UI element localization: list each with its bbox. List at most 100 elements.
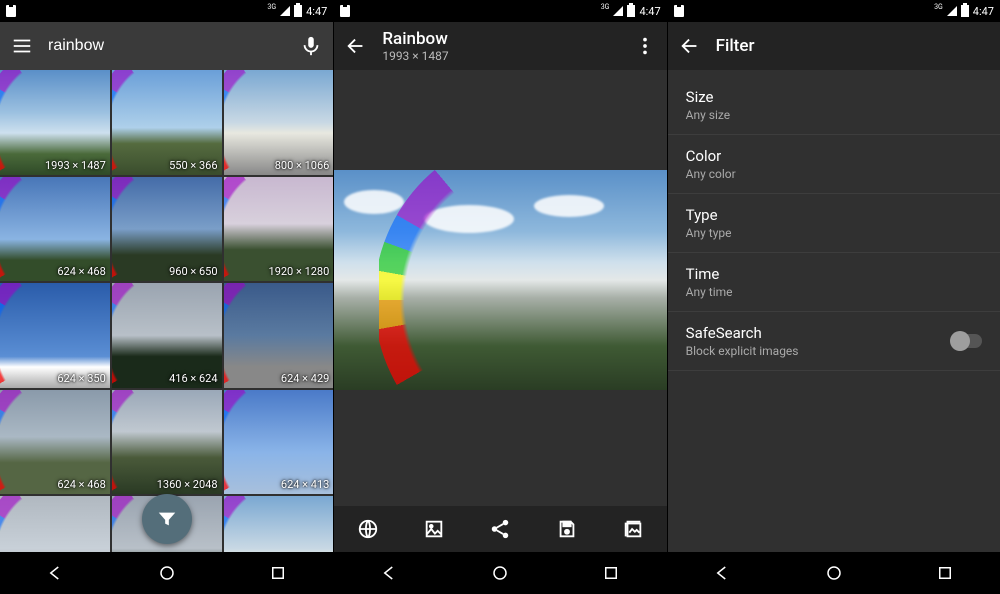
signal-icon: [947, 6, 957, 16]
nav-bar: [334, 552, 666, 594]
sd-icon: [6, 5, 16, 17]
tile-dimensions: 416 × 624: [169, 372, 217, 385]
filter-title-block: Filter: [716, 36, 990, 56]
overflow-icon[interactable]: [633, 34, 657, 58]
filter-subtitle: Any size: [686, 108, 982, 122]
result-tile[interactable]: 800 × 1066: [224, 70, 334, 175]
open-web-icon[interactable]: [356, 517, 380, 541]
result-tile[interactable]: 1360 × 2048: [112, 390, 222, 495]
detail-appbar: Rainbow 1993 × 1487: [334, 22, 666, 70]
status-bar: 3G 4:47: [334, 0, 666, 22]
result-tile[interactable]: 624 × 468: [0, 390, 110, 495]
filter-subtitle: Any type: [686, 226, 982, 240]
save-icon[interactable]: [555, 517, 579, 541]
detail-title: Rainbow: [382, 29, 618, 49]
back-icon[interactable]: [678, 34, 702, 58]
sd-icon: [340, 5, 350, 17]
tile-dimensions: 624 × 429: [281, 372, 329, 385]
filter-item-time[interactable]: Time Any time: [668, 253, 1000, 312]
nav-back[interactable]: [703, 553, 743, 593]
tile-dimensions: 1360 × 2048: [157, 478, 218, 491]
result-tile[interactable]: 624 × 413: [224, 390, 334, 495]
menu-icon[interactable]: [10, 34, 34, 58]
signal-icon: [280, 6, 290, 16]
search-pane: 3G 4:47 1993 × 1487 550 × 366 800 × 1066 62…: [0, 0, 333, 594]
result-tile[interactable]: [0, 496, 110, 552]
wallpaper-icon[interactable]: [422, 517, 446, 541]
search-bar: [0, 22, 333, 70]
result-tile[interactable]: 1920 × 1280: [224, 177, 334, 282]
detail-image[interactable]: [334, 170, 666, 390]
action-bar: [334, 506, 666, 552]
filter-subtitle: Block explicit images: [686, 344, 982, 358]
battery-icon: [294, 5, 302, 17]
results-grid: 1993 × 1487 550 × 366 800 × 1066 624 × 468 9…: [0, 70, 333, 552]
filter-subtitle: Any color: [686, 167, 982, 181]
clock: 4:47: [306, 5, 327, 18]
filter-pane: 3G 4:47 Filter Size Any size Color Any colo…: [667, 0, 1000, 594]
nav-home[interactable]: [147, 553, 187, 593]
result-tile[interactable]: 550 × 366: [112, 70, 222, 175]
result-tile[interactable]: [224, 496, 334, 552]
nav-bar: [0, 552, 333, 594]
nav-recent[interactable]: [925, 553, 965, 593]
tile-dimensions: 624 × 468: [57, 478, 105, 491]
filter-title: Color: [686, 147, 982, 165]
nav-home[interactable]: [814, 553, 854, 593]
tile-dimensions: 624 × 413: [281, 478, 329, 491]
nav-back[interactable]: [36, 553, 76, 593]
tile-dimensions: 624 × 350: [57, 372, 105, 385]
filter-subtitle: Any time: [686, 285, 982, 299]
filter-title: Type: [686, 206, 982, 224]
result-tile[interactable]: 624 × 350: [0, 283, 110, 388]
filter-list: Size Any size Color Any color Type Any type Ti…: [668, 70, 1000, 552]
result-tile[interactable]: 1993 × 1487: [0, 70, 110, 175]
status-bar: 3G 4:47: [0, 0, 333, 22]
tile-dimensions: 550 × 366: [169, 159, 217, 172]
tile-dimensions: 1920 × 1280: [269, 265, 330, 278]
tile-dimensions: 800 × 1066: [275, 159, 330, 172]
filter-fab[interactable]: [142, 494, 192, 544]
safesearch-toggle[interactable]: [952, 334, 982, 348]
tile-dimensions: 960 × 650: [169, 265, 217, 278]
tile-dimensions: 624 × 468: [57, 265, 105, 278]
nav-home[interactable]: [480, 553, 520, 593]
filter-appbar: Filter: [668, 22, 1000, 70]
filter-title: SafeSearch: [686, 324, 982, 342]
detail-subtitle: 1993 × 1487: [382, 49, 618, 63]
result-tile[interactable]: 624 × 429: [224, 283, 334, 388]
result-tile[interactable]: 960 × 650: [112, 177, 222, 282]
filter-item-safesearch[interactable]: SafeSearch Block explicit images: [668, 312, 1000, 371]
result-tile[interactable]: 416 × 624: [112, 283, 222, 388]
network-label: 3G: [267, 3, 276, 11]
share-icon[interactable]: [488, 517, 512, 541]
gallery-icon[interactable]: [621, 517, 645, 541]
network-label: 3G: [601, 3, 610, 11]
back-icon[interactable]: [344, 34, 368, 58]
battery-icon: [627, 5, 635, 17]
nav-back[interactable]: [370, 553, 410, 593]
filter-header: Filter: [716, 36, 990, 56]
nav-recent[interactable]: [258, 553, 298, 593]
clock: 4:47: [973, 5, 994, 18]
search-input[interactable]: [48, 37, 285, 55]
mic-icon[interactable]: [299, 34, 323, 58]
nav-recent[interactable]: [591, 553, 631, 593]
signal-icon: [613, 6, 623, 16]
network-label: 3G: [934, 3, 943, 11]
clock: 4:47: [639, 5, 660, 18]
detail-pane: 3G 4:47 Rainbow 1993 × 1487: [333, 0, 666, 594]
nav-bar: [668, 552, 1000, 594]
filter-title: Size: [686, 88, 982, 106]
results-grid-container: 1993 × 1487 550 × 366 800 × 1066 624 × 468 9…: [0, 70, 333, 552]
detail-title-block: Rainbow 1993 × 1487: [382, 29, 618, 63]
filter-item-color[interactable]: Color Any color: [668, 135, 1000, 194]
status-bar: 3G 4:47: [668, 0, 1000, 22]
filter-title: Time: [686, 265, 982, 283]
detail-content: [334, 70, 666, 552]
tile-dimensions: 1993 × 1487: [45, 159, 106, 172]
battery-icon: [961, 5, 969, 17]
filter-item-type[interactable]: Type Any type: [668, 194, 1000, 253]
result-tile[interactable]: 624 × 468: [0, 177, 110, 282]
filter-item-size[interactable]: Size Any size: [668, 76, 1000, 135]
